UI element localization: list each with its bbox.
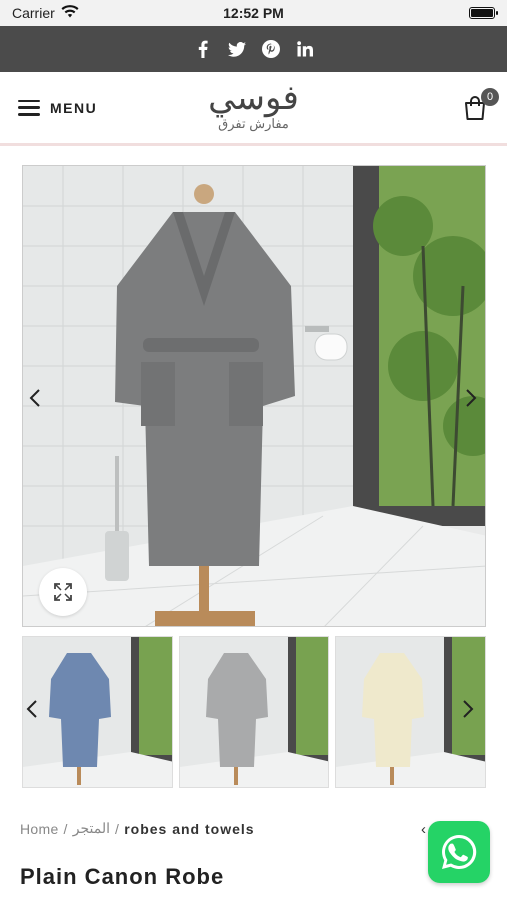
site-logo[interactable]: فوسي مفارش تفرق bbox=[208, 80, 299, 132]
chevron-right-icon bbox=[463, 700, 474, 718]
thumbnail-prev-arrow[interactable] bbox=[26, 700, 38, 723]
carrier-label: Carrier bbox=[12, 5, 55, 21]
battery-icon bbox=[469, 7, 498, 19]
status-bar: Carrier 12:52 PM bbox=[0, 0, 507, 26]
chevron-left-icon bbox=[26, 700, 37, 718]
main-next-arrow[interactable] bbox=[459, 386, 483, 410]
breadcrumb-current: robes and towels bbox=[124, 820, 255, 837]
cart-button[interactable]: 0 bbox=[461, 87, 499, 122]
thumbnail-image bbox=[179, 637, 329, 787]
product-main-image[interactable] bbox=[22, 165, 486, 627]
thumbnail-next-arrow[interactable] bbox=[462, 700, 474, 723]
pinterest-icon[interactable] bbox=[261, 40, 280, 58]
breadcrumb-home[interactable]: Home bbox=[20, 821, 59, 837]
thumbnail-grey-robe[interactable] bbox=[178, 636, 330, 788]
logo-sub-text: مفارش تفرق bbox=[218, 116, 289, 131]
status-left: Carrier bbox=[12, 5, 79, 21]
twitter-icon[interactable] bbox=[227, 40, 246, 58]
breadcrumb-back-icon[interactable]: ‹ bbox=[421, 821, 426, 838]
product-title: Plain Canon Robe bbox=[20, 864, 225, 889]
social-bar bbox=[0, 26, 507, 72]
breadcrumb-separator: / bbox=[115, 820, 120, 837]
site-header: MENU فوسي مفارش تفرق 0 bbox=[0, 72, 507, 146]
logo-main-text: فوسي bbox=[208, 78, 299, 118]
breadcrumb-separator: / bbox=[63, 820, 68, 837]
chevron-right-icon bbox=[466, 389, 477, 407]
expand-image-button[interactable] bbox=[39, 568, 87, 616]
linkedin-icon[interactable] bbox=[296, 40, 314, 58]
thumbnail-image bbox=[23, 637, 172, 787]
main-prev-arrow[interactable] bbox=[23, 386, 47, 410]
menu-button[interactable]: MENU bbox=[18, 99, 98, 116]
breadcrumb-shop[interactable]: المتجر bbox=[73, 820, 110, 837]
expand-icon bbox=[54, 583, 72, 601]
cart-count-badge: 0 bbox=[481, 87, 499, 106]
product-photo bbox=[23, 166, 485, 626]
menu-label: MENU bbox=[50, 99, 98, 116]
chevron-left-icon bbox=[29, 389, 40, 407]
breadcrumb: Home / المتجر / robes and towels bbox=[20, 820, 255, 837]
wifi-icon bbox=[61, 5, 79, 21]
hamburger-icon bbox=[18, 99, 40, 116]
whatsapp-button[interactable] bbox=[428, 821, 490, 883]
facebook-icon[interactable] bbox=[194, 40, 212, 58]
thumbnail-strip bbox=[22, 636, 487, 788]
whatsapp-icon bbox=[442, 834, 477, 869]
thumbnail-blue-robe[interactable] bbox=[22, 636, 173, 788]
